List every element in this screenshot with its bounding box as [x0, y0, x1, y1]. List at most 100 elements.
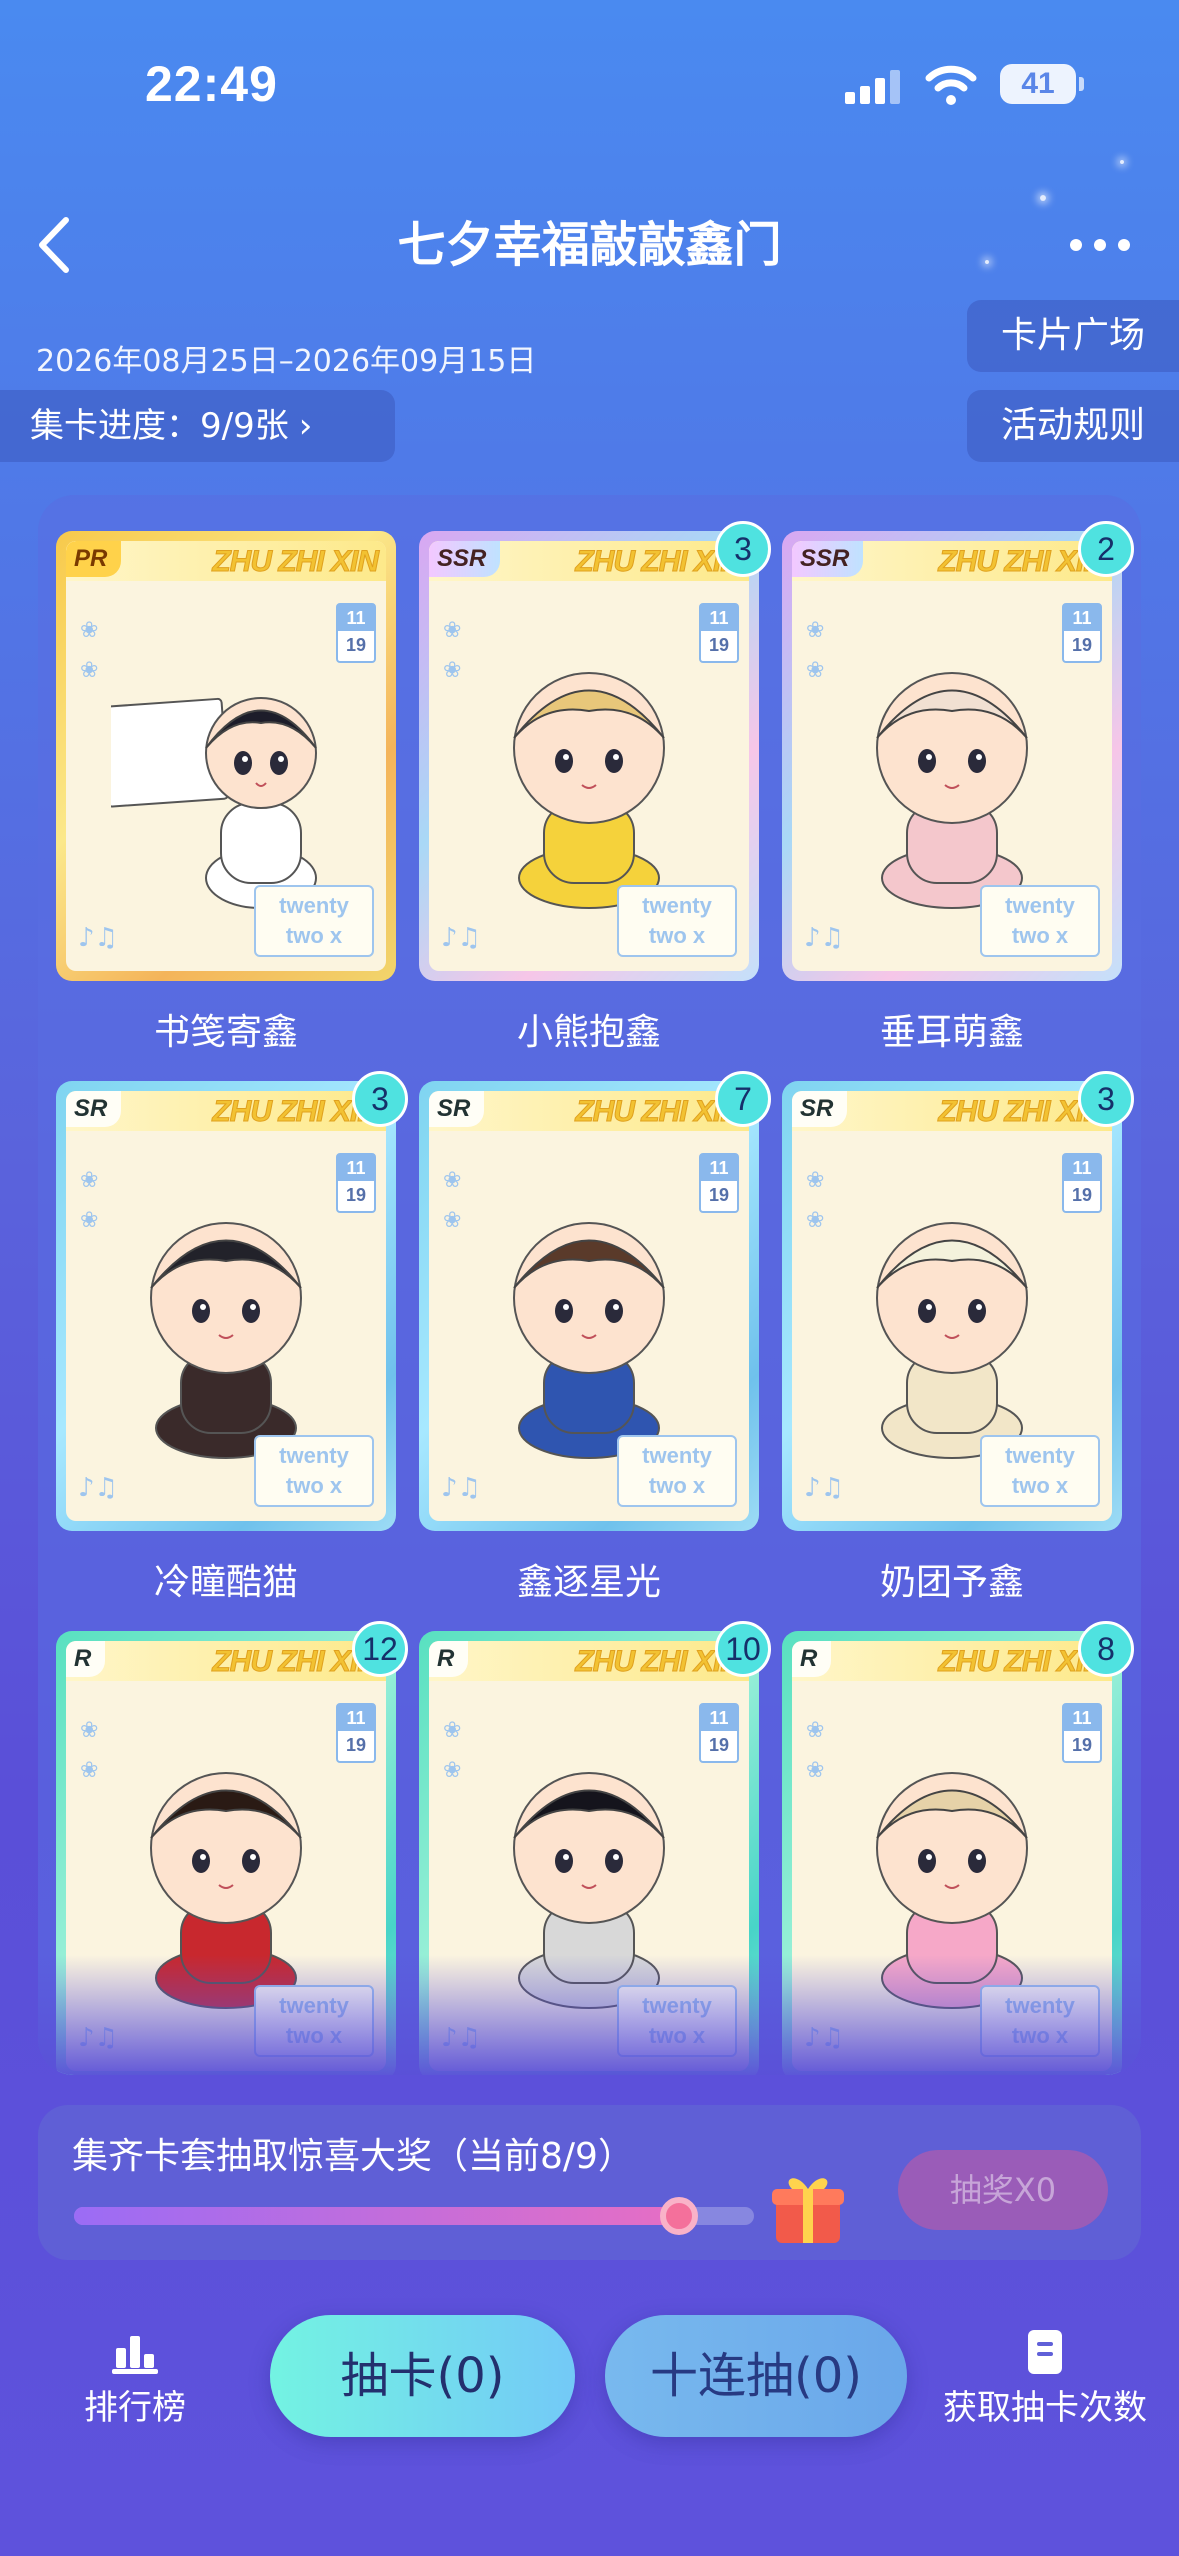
music-note-icon: ♪♫	[441, 1473, 481, 1503]
activity-rules-button[interactable]: 活动规则	[967, 390, 1179, 462]
card-date-day: 19	[708, 635, 730, 655]
card-frame: ZHU ZHI XIN PR ❀ ❀ 11 19 ♪♫ twenty two x	[56, 531, 396, 981]
card-date-month: 11	[701, 1705, 737, 1731]
card-date-month: 11	[1064, 605, 1100, 631]
music-note-icon: ♪♫	[78, 923, 118, 953]
battery-icon: 41	[1000, 64, 1084, 104]
chibi-figure	[876, 1222, 1028, 1460]
card-date-day: 19	[345, 1735, 367, 1755]
card-date: 11 19	[336, 603, 376, 663]
card-name: 冷瞳酷猫	[153, 1562, 298, 1603]
card-date-month: 11	[1064, 1155, 1100, 1181]
card-date: 11 19	[1062, 603, 1102, 663]
card-date: 11 19	[1062, 1153, 1102, 1213]
card-date: 11 19	[699, 603, 739, 663]
card-item[interactable]: ZHU ZHI XIN SR ❀ ❀ 11 19 ♪♫ twenty two x…	[782, 1071, 1134, 1605]
card-date: 11 19	[336, 1703, 376, 1763]
paw-icon: ❀ ❀	[80, 1168, 99, 1233]
card-count-badge: 8	[1078, 1621, 1134, 1677]
card-item[interactable]: ZHU ZHI XIN SSR ❀ ❀ 11 19 ♪♫ twenty two …	[419, 521, 771, 1055]
card-date-day: 19	[345, 635, 367, 655]
card-count-badge: 7	[715, 1071, 771, 1127]
get-draw-chances-button[interactable]: 获取抽卡次数	[935, 2330, 1155, 2429]
wifi-icon	[925, 65, 977, 105]
card-tag: twenty two x	[254, 885, 374, 957]
status-bar: 22:49 41	[0, 0, 1179, 150]
rarity-badge: SR	[792, 1091, 848, 1127]
chibi-figure	[111, 697, 317, 910]
card-tag-line2: two x	[648, 923, 706, 948]
document-icon	[1028, 2330, 1062, 2374]
more-icon[interactable]	[1065, 225, 1135, 265]
card-grid: ZHU ZHI XIN PR ❀ ❀ 11 19 ♪♫ twenty two x…	[38, 495, 1141, 2075]
status-time: 22:49	[145, 56, 278, 112]
draw-card-button[interactable]: 抽卡(0)	[270, 2315, 575, 2437]
paw-icon: ❀ ❀	[443, 618, 462, 683]
reward-progress-fill	[74, 2207, 680, 2225]
card-tag-line2: two x	[285, 923, 343, 948]
card-tag: twenty two x	[617, 885, 737, 957]
card-square-button[interactable]: 卡片广场	[967, 300, 1179, 372]
card-date: 11 19	[699, 1153, 739, 1213]
card-tag: twenty two x	[617, 1435, 737, 1507]
paw-icon: ❀ ❀	[443, 1168, 462, 1233]
ten-draw-button[interactable]: 十连抽(0)	[605, 2315, 907, 2437]
card-date: 11 19	[699, 1703, 739, 1763]
card-frame: ZHU ZHI XIN SR ❀ ❀ 11 19 ♪♫ twenty two x…	[782, 1071, 1134, 1531]
card-artwork: ZHU ZHI XIN SR ❀ ❀ 11 19 ♪♫ twenty two x	[66, 1091, 386, 1521]
card-item[interactable]: ZHU ZHI XIN PR ❀ ❀ 11 19 ♪♫ twenty two x…	[56, 531, 396, 1055]
card-count-badge: 12	[352, 1621, 408, 1677]
card-date: 11 19	[1062, 1703, 1102, 1763]
card-tag: twenty two x	[980, 1435, 1100, 1507]
card-item[interactable]: ZHU ZHI XIN SR ❀ ❀ 11 19 ♪♫ twenty two x…	[56, 1071, 408, 1605]
page-title: 七夕幸福敲敲鑫门	[397, 217, 782, 273]
card-item[interactable]: ZHU ZHI XIN SSR ❀ ❀ 11 19 ♪♫ twenty two …	[782, 521, 1134, 1055]
card-artwork: ZHU ZHI XIN SSR ❀ ❀ 11 19 ♪♫ twenty two …	[792, 541, 1112, 971]
rarity-badge: R	[792, 1641, 832, 1677]
card-tag-line2: two x	[1011, 1473, 1069, 1498]
grid-fade	[38, 1955, 1141, 2075]
chibi-figure	[513, 1222, 665, 1460]
card-tag-line1: twenty	[642, 893, 712, 918]
card-count-badge: 3	[715, 521, 771, 577]
card-date-day: 19	[708, 1185, 730, 1205]
cellular-signal-icon	[845, 68, 903, 104]
reward-progress-knob	[660, 2197, 699, 2235]
draw-prize-button[interactable]: 抽奖X0	[898, 2150, 1108, 2230]
get-draw-chances-label: 获取抽卡次数	[943, 2388, 1147, 2428]
card-count-badge: 2	[1078, 521, 1134, 577]
card-date-month: 11	[701, 1155, 737, 1181]
card-artwork: ZHU ZHI XIN PR ❀ ❀ 11 19 ♪♫ twenty two x	[66, 541, 386, 971]
collection-progress-label: 集卡进度：9/9张	[30, 406, 289, 446]
paw-icon: ❀ ❀	[443, 1718, 462, 1783]
ranking-icon	[112, 2330, 158, 2374]
chibi-figure	[513, 672, 665, 910]
gift-icon[interactable]	[768, 2167, 848, 2247]
ranking-button[interactable]: 排行榜	[70, 2330, 200, 2429]
reward-progress-text: 集齐卡套抽取惊喜大奖（当前8/9）	[72, 2136, 634, 2177]
card-name: 垂耳萌鑫	[879, 1012, 1024, 1053]
music-note-icon: ♪♫	[804, 923, 844, 953]
card-tag-line1: twenty	[279, 1443, 349, 1468]
card-name: 鑫逐星光	[516, 1562, 661, 1603]
card-tag: twenty two x	[254, 1435, 374, 1507]
card-frame: ZHU ZHI XIN SSR ❀ ❀ 11 19 ♪♫ twenty two …	[419, 521, 771, 981]
card-date-month: 11	[338, 1705, 374, 1731]
card-tag: twenty two x	[980, 885, 1100, 957]
collection-progress-button[interactable]: 集卡进度：9/9张 ›	[0, 390, 395, 462]
card-name: 奶团予鑫	[879, 1562, 1024, 1603]
card-tag-line2: two x	[648, 1473, 706, 1498]
chibi-figure	[876, 672, 1028, 910]
card-item[interactable]: ZHU ZHI XIN SR ❀ ❀ 11 19 ♪♫ twenty two x…	[419, 1071, 771, 1605]
card-date-month: 11	[338, 1155, 374, 1181]
rarity-badge: R	[429, 1641, 469, 1677]
card-date-month: 11	[338, 605, 374, 631]
rarity-badge: SSR	[792, 541, 864, 577]
card-date-day: 19	[708, 1735, 730, 1755]
card-date-month: 11	[1064, 1705, 1100, 1731]
card-artwork: ZHU ZHI XIN SR ❀ ❀ 11 19 ♪♫ twenty two x	[429, 1091, 749, 1521]
card-date-day: 19	[1071, 635, 1093, 655]
card-name: 书笺寄鑫	[153, 1012, 298, 1053]
card-tag-line1: twenty	[279, 893, 349, 918]
card-artwork: ZHU ZHI XIN SSR ❀ ❀ 11 19 ♪♫ twenty two …	[429, 541, 749, 971]
